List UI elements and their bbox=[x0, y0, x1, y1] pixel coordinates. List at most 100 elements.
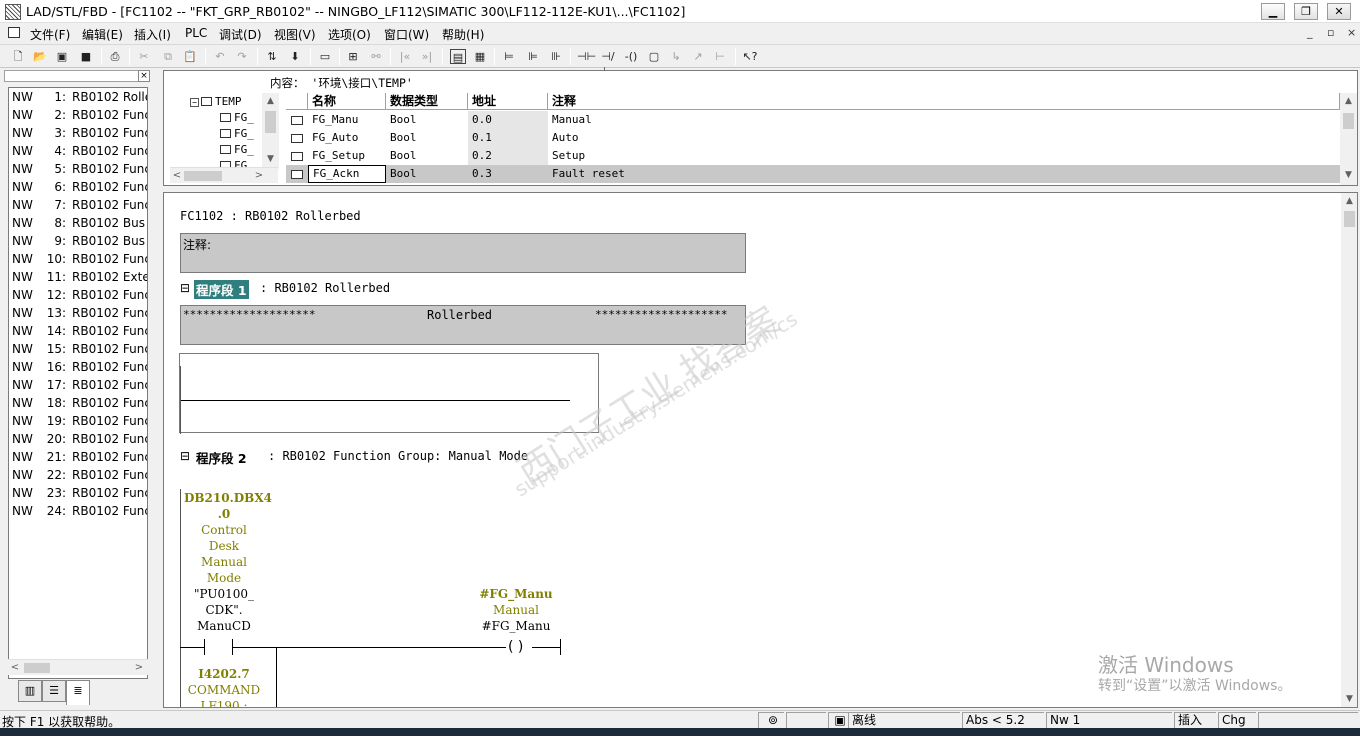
menu-view[interactable]: 视图(V) bbox=[274, 26, 316, 43]
compare-icon[interactable]: ⚯ bbox=[368, 49, 384, 64]
table-cell-addr[interactable]: 0.0 bbox=[468, 111, 548, 129]
table-cell-comment[interactable]: Manual bbox=[548, 111, 1340, 129]
list-item[interactable]: NW 8: RB0102 Bus fa bbox=[12, 216, 147, 234]
scroll-thumb[interactable] bbox=[1344, 211, 1355, 227]
table-cell-name[interactable]: FG_Auto bbox=[308, 129, 386, 147]
list-item[interactable]: NW 11: RB0102 Exter bbox=[12, 270, 147, 288]
column-header-address[interactable]: 地址 bbox=[468, 93, 548, 110]
new-icon[interactable]: 🗋 bbox=[10, 49, 26, 64]
maximize-button[interactable]: ❐ bbox=[1294, 3, 1318, 20]
table-cell-type[interactable]: Bool bbox=[386, 147, 468, 165]
network-icon[interactable]: ⊞ bbox=[345, 49, 361, 64]
list-item[interactable]: NW 6: RB0102 Functi bbox=[12, 180, 147, 198]
list-item[interactable]: NW 4: RB0102 Functi bbox=[12, 144, 147, 162]
list-item[interactable]: NW 20: RB0102 Funct bbox=[12, 432, 147, 450]
column-header-comment[interactable]: 注释 bbox=[548, 93, 1340, 110]
scroll-thumb[interactable] bbox=[24, 663, 50, 673]
list-item[interactable]: NW 1: RB0102 Roller bbox=[12, 90, 147, 108]
list-item[interactable]: NW 23: RB0102 Funct bbox=[12, 486, 147, 504]
prev-icon[interactable]: |« bbox=[397, 49, 413, 64]
menu-options[interactable]: 选项(O) bbox=[328, 26, 371, 43]
list-item[interactable]: NW 14: RB0102 Funct bbox=[12, 324, 147, 342]
mdi-close-button[interactable]: × bbox=[1347, 26, 1356, 39]
tree-hscroll[interactable]: < > bbox=[170, 167, 278, 183]
list-item[interactable]: NW 3: RB0102 Functi bbox=[12, 126, 147, 144]
list-item[interactable]: NW 5: RB0102 Functi bbox=[12, 162, 147, 180]
arrow-up-icon[interactable]: ▲ bbox=[1340, 93, 1357, 109]
scroll-thumb[interactable] bbox=[184, 171, 222, 181]
list-item[interactable]: NW 7: RB0102 Functi bbox=[12, 198, 147, 216]
tree-node-fg[interactable]: FG_ bbox=[220, 127, 254, 140]
monitor-icon[interactable]: ▭ bbox=[317, 49, 333, 64]
contact-no-icon[interactable]: ⊣⊢ bbox=[577, 49, 596, 64]
undo-icon[interactable]: ↶ bbox=[212, 49, 228, 64]
scroll-thumb[interactable] bbox=[265, 111, 276, 133]
table-cell-addr[interactable]: 0.2 bbox=[468, 147, 548, 165]
connector-icon[interactable]: ↳ bbox=[668, 49, 684, 64]
table-cell-addr[interactable]: 0.3 bbox=[468, 165, 548, 183]
table-cell-name[interactable]: FG_Manu bbox=[308, 111, 386, 129]
collapse-icon[interactable]: ⊟ bbox=[180, 281, 190, 295]
upload-icon[interactable]: ⇅ bbox=[264, 49, 280, 64]
list-item[interactable]: NW 22: RB0102 Funct bbox=[12, 468, 147, 486]
mdi-minimize-button[interactable]: _ bbox=[1307, 26, 1313, 39]
download-icon[interactable]: ⬇ bbox=[287, 49, 303, 64]
tab-call-structure-icon[interactable]: ☰ bbox=[42, 680, 66, 702]
next-icon[interactable]: »| bbox=[419, 49, 435, 64]
branch-icon[interactable]: ⊫ bbox=[525, 49, 541, 64]
list-item[interactable]: NW 17: RB0102 Funct bbox=[12, 378, 147, 396]
arrow-left-icon[interactable]: < bbox=[8, 660, 22, 676]
list-item[interactable]: NW 9: RB0102 Bus fa bbox=[12, 234, 147, 252]
network1-comment-box[interactable]: ******************** Rollerbed *********… bbox=[180, 305, 746, 345]
menu-file[interactable]: 文件(F) bbox=[30, 26, 70, 43]
network1-label[interactable]: 程序段 1 bbox=[194, 280, 249, 299]
contact-nc-icon[interactable]: ⊣/⊢ bbox=[600, 49, 616, 78]
network1-ladder-box[interactable] bbox=[179, 353, 599, 434]
list-item[interactable]: NW 2: RB0102 Functi bbox=[12, 108, 147, 126]
table-cell-type[interactable]: Bool bbox=[386, 129, 468, 147]
list-item[interactable]: NW 21: RB0102 Funct bbox=[12, 450, 147, 468]
paste-icon[interactable]: 📋 bbox=[182, 49, 198, 64]
menu-window[interactable]: 窗口(W) bbox=[384, 26, 429, 43]
code-editor[interactable]: FC1102 : RB0102 Rollerbed 注释: ⊟ 程序段 1 : … bbox=[163, 192, 1358, 708]
tab-networks-icon[interactable]: ≣ bbox=[66, 680, 90, 705]
network-list-hscroll[interactable]: < > bbox=[8, 659, 148, 675]
redo-icon[interactable]: ↷ bbox=[234, 49, 250, 64]
table-cell-comment[interactable]: Setup bbox=[548, 147, 1340, 165]
arrow-right-icon[interactable]: > bbox=[252, 168, 266, 184]
arrow-up-icon[interactable]: ▲ bbox=[262, 93, 279, 109]
copy-icon[interactable]: ⧉ bbox=[160, 49, 176, 64]
menu-debug[interactable]: 调试(D) bbox=[219, 26, 262, 43]
tab-program-elements-icon[interactable]: ▥ bbox=[18, 680, 42, 702]
arrow-down-icon[interactable]: ▼ bbox=[1340, 167, 1357, 183]
list-item[interactable]: NW 13: RB0102 Funct bbox=[12, 306, 147, 324]
menu-edit[interactable]: 编辑(E) bbox=[82, 26, 123, 43]
open-icon[interactable]: 📂 bbox=[32, 49, 48, 64]
block-comment-box[interactable]: 注释: bbox=[180, 233, 746, 273]
code-vscroll[interactable]: ▲ ▼ bbox=[1341, 193, 1357, 707]
close-button[interactable]: ✕ bbox=[1327, 3, 1351, 20]
mdi-restore-button[interactable]: ▫ bbox=[1327, 26, 1334, 39]
print-icon[interactable]: ⎙ bbox=[107, 49, 123, 64]
table-cell-type[interactable]: Bool bbox=[386, 165, 468, 183]
list-item[interactable]: NW 12: RB0102 Funct bbox=[12, 288, 147, 306]
collapse-icon[interactable]: ⊟ bbox=[180, 449, 190, 463]
arrow-up-icon[interactable]: ▲ bbox=[1341, 193, 1357, 209]
table-cell-comment[interactable]: Auto bbox=[548, 129, 1340, 147]
document-icon[interactable] bbox=[8, 27, 20, 38]
table-cell-comment[interactable]: Fault reset bbox=[548, 165, 1340, 183]
jump-icon[interactable]: ↗ bbox=[690, 49, 706, 64]
table-cell-name[interactable]: FG_Ackn bbox=[308, 165, 386, 183]
arrow-right-icon[interactable]: > bbox=[132, 660, 146, 676]
table-cell-type[interactable]: Bool bbox=[386, 111, 468, 129]
minimize-button[interactable]: ▁ bbox=[1261, 3, 1285, 20]
arrow-left-icon[interactable]: < bbox=[170, 168, 184, 184]
interface-vscroll[interactable]: ▲ ▼ bbox=[1340, 93, 1357, 185]
help-pointer-icon[interactable]: ↖? bbox=[742, 49, 758, 64]
menu-insert[interactable]: 插入(I) bbox=[134, 26, 171, 43]
arrow-down-icon[interactable]: ▼ bbox=[1341, 691, 1357, 707]
arrow-down-icon[interactable]: ▼ bbox=[262, 151, 279, 167]
tree-node-fg[interactable]: FG_ bbox=[220, 111, 254, 124]
ladder-icon[interactable]: ⊨ bbox=[501, 49, 517, 64]
column-header-type[interactable]: 数据类型 bbox=[386, 93, 468, 110]
